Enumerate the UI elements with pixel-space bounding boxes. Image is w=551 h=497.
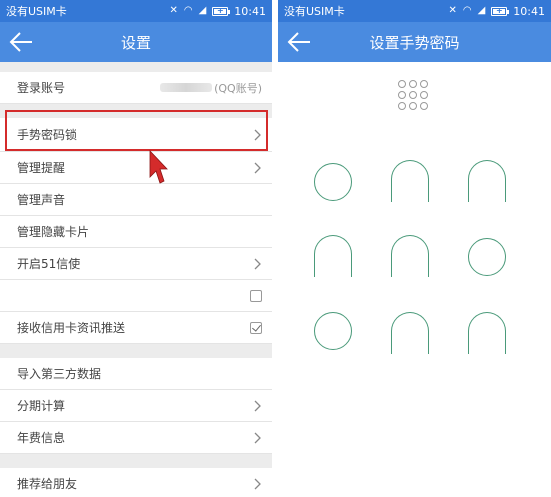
- status-bar: 没有USIM卡 ✕ ◠ ◢ + 10:41: [0, 0, 272, 22]
- mute-icon: ✕: [448, 5, 457, 16]
- section-divider: [0, 62, 272, 72]
- gesture-node[interactable]: [314, 163, 352, 201]
- account-type: (QQ账号): [214, 81, 262, 95]
- recommend-friends-row[interactable]: 推荐给朋友: [0, 468, 272, 497]
- carrier-text: 没有USIM卡: [284, 5, 345, 18]
- row-label: 管理提醒: [17, 161, 66, 175]
- section-divider: [0, 344, 272, 358]
- preview-dot: [409, 102, 417, 110]
- gesture-preview: [398, 80, 428, 110]
- cursor-arrow-icon: [149, 150, 168, 184]
- clock-text: 10:41: [234, 4, 266, 18]
- blank-checkbox-row[interactable]: [0, 280, 272, 312]
- set-gesture-screen: 没有USIM卡 ✕ ◠ ◢ + 10:41 设置手势密码: [278, 0, 551, 497]
- enable-51xinshi-row[interactable]: 开启51信使: [0, 248, 272, 280]
- preview-dot: [409, 80, 417, 88]
- row-label: 导入第三方数据: [17, 367, 102, 381]
- import-third-party-row[interactable]: 导入第三方数据: [0, 358, 272, 390]
- nav-bar: 设置手势密码: [278, 22, 551, 62]
- back-arrow-icon[interactable]: [286, 30, 312, 54]
- chevron-right-icon: [254, 478, 261, 489]
- gesture-node[interactable]: [391, 235, 429, 277]
- clock-text: 10:41: [513, 4, 545, 18]
- preview-dot: [398, 91, 406, 99]
- gesture-grid[interactable]: [314, 160, 514, 360]
- battery-icon: +: [212, 6, 231, 16]
- push-credit-news-row[interactable]: 接收信用卡资讯推送: [0, 312, 272, 344]
- signal-icon: ◢: [477, 5, 486, 16]
- gesture-node[interactable]: [391, 312, 429, 354]
- installment-calc-row[interactable]: 分期计算: [0, 390, 272, 422]
- page-title: 设置手势密码: [369, 33, 460, 52]
- wifi-icon: ◠: [462, 5, 472, 16]
- preview-dot: [420, 102, 428, 110]
- preview-dot: [420, 80, 428, 88]
- row-label: 管理声音: [17, 193, 66, 207]
- settings-screen: 没有USIM卡 ✕ ◠ ◢ + 10:41 设置 登录账号 (QQ账号) 手势密…: [0, 0, 272, 497]
- gesture-node[interactable]: [314, 312, 352, 350]
- section-divider: [0, 454, 272, 468]
- annual-fee-row[interactable]: 年费信息: [0, 422, 272, 454]
- gesture-node[interactable]: [468, 312, 506, 354]
- row-label: 推荐给朋友: [17, 477, 78, 491]
- wifi-icon: ◠: [183, 5, 193, 16]
- manage-reminder-row[interactable]: 管理提醒: [0, 152, 272, 184]
- row-label: 开启51信使: [17, 257, 81, 271]
- back-arrow-icon[interactable]: [8, 30, 34, 54]
- preview-dot: [398, 102, 406, 110]
- chevron-right-icon: [254, 162, 261, 173]
- preview-dot: [420, 91, 428, 99]
- row-label: 年费信息: [17, 431, 66, 445]
- mute-icon: ✕: [169, 5, 178, 16]
- carrier-text: 没有USIM卡: [6, 5, 67, 18]
- gesture-node[interactable]: [468, 238, 506, 276]
- manage-hidden-cards-row[interactable]: 管理隐藏卡片: [0, 216, 272, 248]
- manage-sound-row[interactable]: 管理声音: [0, 184, 272, 216]
- chevron-right-icon: [254, 400, 261, 411]
- row-label: 分期计算: [17, 399, 66, 413]
- checkbox-icon[interactable]: [250, 289, 262, 302]
- blurred-account: [160, 83, 213, 92]
- chevron-right-icon: [254, 258, 261, 269]
- gesture-node[interactable]: [468, 160, 506, 202]
- row-label: 管理隐藏卡片: [17, 225, 90, 239]
- gesture-node[interactable]: [314, 235, 352, 277]
- nav-bar: 设置: [0, 22, 272, 62]
- chevron-right-icon: [254, 432, 261, 443]
- preview-dot: [409, 91, 417, 99]
- gesture-node[interactable]: [391, 160, 429, 202]
- login-account-row[interactable]: 登录账号 (QQ账号): [0, 72, 272, 104]
- highlight-box: [5, 110, 268, 151]
- preview-dot: [398, 80, 406, 88]
- status-bar: 没有USIM卡 ✕ ◠ ◢ + 10:41: [278, 0, 551, 22]
- row-label: 接收信用卡资讯推送: [17, 321, 126, 335]
- battery-icon: +: [491, 6, 510, 16]
- page-title: 设置: [120, 33, 151, 52]
- status-icons: ✕ ◠ ◢ + 10:41: [448, 5, 545, 18]
- row-label: 登录账号: [17, 81, 66, 95]
- checkbox-icon[interactable]: [250, 321, 262, 334]
- account-value: (QQ账号): [160, 80, 262, 96]
- signal-icon: ◢: [198, 5, 207, 16]
- status-icons: ✕ ◠ ◢ + 10:41: [169, 5, 266, 18]
